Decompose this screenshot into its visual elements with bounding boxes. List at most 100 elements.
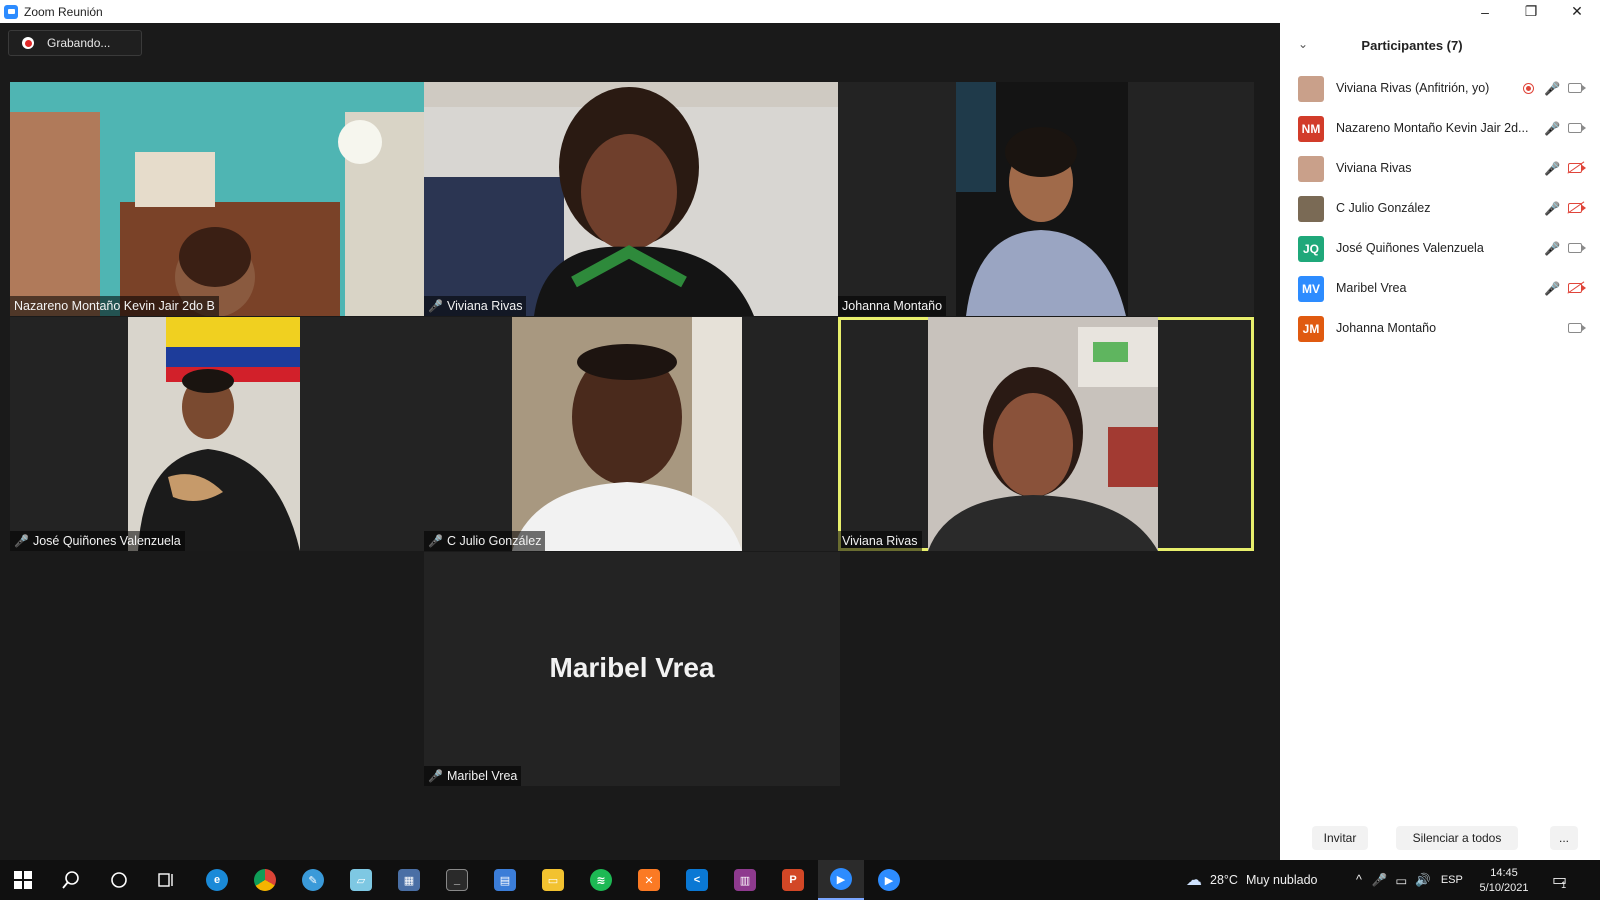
avatar: JQ [1298, 236, 1324, 262]
video-off-icon[interactable] [1568, 203, 1586, 213]
video-off-icon[interactable] [1568, 163, 1586, 173]
zoom-app-icon [4, 4, 18, 19]
mic-muted-icon[interactable]: 🎤 [1544, 201, 1560, 217]
powerpoint-icon[interactable]: P [770, 860, 816, 900]
video-on-icon[interactable] [1568, 123, 1586, 133]
clock-date: 5/10/2021 [1479, 881, 1529, 894]
video-frame-image [128, 317, 300, 551]
volume-icon[interactable]: 🔊 [1415, 873, 1431, 888]
participant-row[interactable]: NM Nazareno Montaño Kevin Jair 2d... 🎤 [1280, 109, 1600, 149]
avatar [1298, 76, 1324, 102]
participant-row-name: José Quiñones Valenzuela [1336, 241, 1484, 255]
participant-row[interactable]: JQ José Quiñones Valenzuela 🎤 [1280, 229, 1600, 269]
participant-name-tag: 🎤 Maribel Vrea [424, 766, 522, 786]
recording-indicator[interactable]: Grabando... [8, 30, 142, 56]
participant-row[interactable]: JM Johanna Montaño [1280, 309, 1600, 349]
participant-row[interactable]: Viviana Rivas 🎤 [1280, 149, 1600, 189]
chevron-up-icon[interactable]: ^ [1356, 873, 1362, 887]
mic-muted-icon[interactable]: 🎤 [1544, 81, 1560, 97]
clock[interactable]: 14:45 5/10/2021 [1470, 860, 1538, 900]
participant-row[interactable]: Viviana Rivas (Anfitrión, yo) 🎤 [1280, 69, 1600, 109]
participant-name: C Julio González [446, 534, 542, 548]
participant-name-tag: 🎤 José Quiñones Valenzuela [10, 531, 185, 551]
participant-name: Maribel Vrea [446, 769, 518, 783]
participant-video [928, 317, 1158, 551]
meeting-gallery: Grabando... Nazareno Montaño Kevin Jair … [0, 23, 1280, 860]
video-tile[interactable]: Johanna Montaño [838, 82, 1254, 316]
minimize-button[interactable]: – [1462, 0, 1508, 23]
participant-row-name: Johanna Montaño [1336, 321, 1437, 335]
participant-row-name: Maribel Vrea [1336, 281, 1407, 295]
spotify-icon[interactable]: ≋ [578, 860, 624, 900]
participant-display-name: Maribel Vrea [549, 652, 715, 683]
mic-muted-icon: 🎤 [428, 299, 443, 313]
window-title: Zoom Reunión [24, 4, 103, 19]
participant-name-tag: Nazareno Montaño Kevin Jair 2do B [10, 296, 219, 316]
video-on-icon[interactable] [1568, 323, 1586, 333]
cortana-icon[interactable] [96, 860, 142, 900]
winrar-icon[interactable]: ▥ [722, 860, 768, 900]
mic-muted-icon: 🎤 [428, 534, 443, 548]
terminal-icon[interactable]: _ [434, 860, 480, 900]
video-frame-image [424, 82, 840, 316]
participant-name-tag: Johanna Montaño [838, 296, 947, 316]
mic-icon[interactable]: 🎤 [1544, 121, 1560, 137]
invite-button[interactable]: Invitar [1312, 826, 1368, 850]
vscode-icon[interactable]: < [674, 860, 720, 900]
task-view-icon[interactable] [144, 860, 190, 900]
participant-row-name: Nazareno Montaño Kevin Jair 2d... [1336, 121, 1529, 135]
mic-muted-icon[interactable]: 🎤 [1544, 241, 1560, 257]
chevron-down-icon[interactable]: ⌄ [1298, 37, 1308, 51]
video-off-icon[interactable] [1568, 283, 1586, 293]
windows-start-button[interactable] [0, 860, 46, 900]
mic-muted-icon[interactable]: 🎤 [1544, 281, 1560, 297]
edge-icon[interactable]: e [194, 860, 240, 900]
participant-video [512, 317, 742, 551]
video-tile[interactable]: 🎤 José Quiñones Valenzuela [10, 317, 426, 551]
weather-widget[interactable]: ☁ 28°C Muy nublado [1186, 860, 1318, 900]
video-tile[interactable]: 🎤 C Julio González [424, 317, 840, 551]
recording-label: Grabando... [47, 36, 111, 50]
participant-name: Nazareno Montaño Kevin Jair 2do B [14, 299, 215, 313]
video-on-icon[interactable] [1568, 83, 1586, 93]
participant-row[interactable]: MV Maribel Vrea 🎤 [1280, 269, 1600, 309]
active-speaker-tile[interactable]: Viviana Rivas [838, 317, 1254, 551]
weather-description: Muy nublado [1245, 873, 1318, 887]
chrome-icon[interactable] [242, 860, 288, 900]
search-icon[interactable] [48, 860, 94, 900]
video-tile[interactable]: Maribel Vrea 🎤 Maribel Vrea [424, 552, 840, 786]
notes-app-icon[interactable]: ▱ [338, 860, 384, 900]
system-tray: ^ 🎤 ▭ 🔊 ESP [1356, 860, 1463, 900]
participant-video [10, 82, 426, 316]
participant-name-tag: Viviana Rivas [838, 531, 922, 551]
zoom-taskbar-icon[interactable]: ▶ [818, 860, 864, 900]
participants-footer: Invitar Silenciar a todos ... [1280, 816, 1600, 860]
paint-icon[interactable]: ✎ [290, 860, 336, 900]
zoom-taskbar-icon-2[interactable]: ▶ [866, 860, 912, 900]
microphone-icon[interactable]: 🎤 [1372, 873, 1388, 888]
mute-all-button[interactable]: Silenciar a todos [1396, 826, 1518, 850]
windows-taskbar: e ✎ ▱ ▦ _ ▤ ▭ ≋ ✕ < ▥ P ▶ ▶ ☁ 28°C Muy n… [0, 860, 1600, 900]
video-tile[interactable]: 🎤 Viviana Rivas [424, 82, 840, 316]
video-on-icon[interactable] [1568, 243, 1586, 253]
network-icon[interactable]: ▭ [1395, 873, 1407, 888]
record-icon [22, 37, 34, 49]
participant-video [424, 82, 840, 316]
video-tile[interactable]: Nazareno Montaño Kevin Jair 2do B [10, 82, 426, 316]
language-indicator[interactable]: ESP [1441, 874, 1463, 886]
mic-icon[interactable]: 🎤 [1544, 161, 1560, 177]
calculator-icon[interactable]: ▦ [386, 860, 432, 900]
participant-row[interactable]: C Julio González 🎤 [1280, 189, 1600, 229]
participant-name: José Quiñones Valenzuela [32, 534, 181, 548]
control-panel-icon[interactable]: ▤ [482, 860, 528, 900]
notification-center-button[interactable]: ▭ 1 [1552, 860, 1567, 900]
xampp-icon[interactable]: ✕ [626, 860, 672, 900]
participant-row-name: Viviana Rivas (Anfitrión, yo) [1336, 81, 1490, 95]
recording-icon [1523, 83, 1534, 94]
mic-muted-icon: 🎤 [14, 534, 29, 548]
file-explorer-icon[interactable]: ▭ [530, 860, 576, 900]
close-button[interactable]: ✕ [1554, 0, 1600, 23]
more-options-button[interactable]: ... [1550, 826, 1578, 850]
restore-button[interactable]: ❐ [1508, 0, 1554, 23]
avatar: JM [1298, 316, 1324, 342]
